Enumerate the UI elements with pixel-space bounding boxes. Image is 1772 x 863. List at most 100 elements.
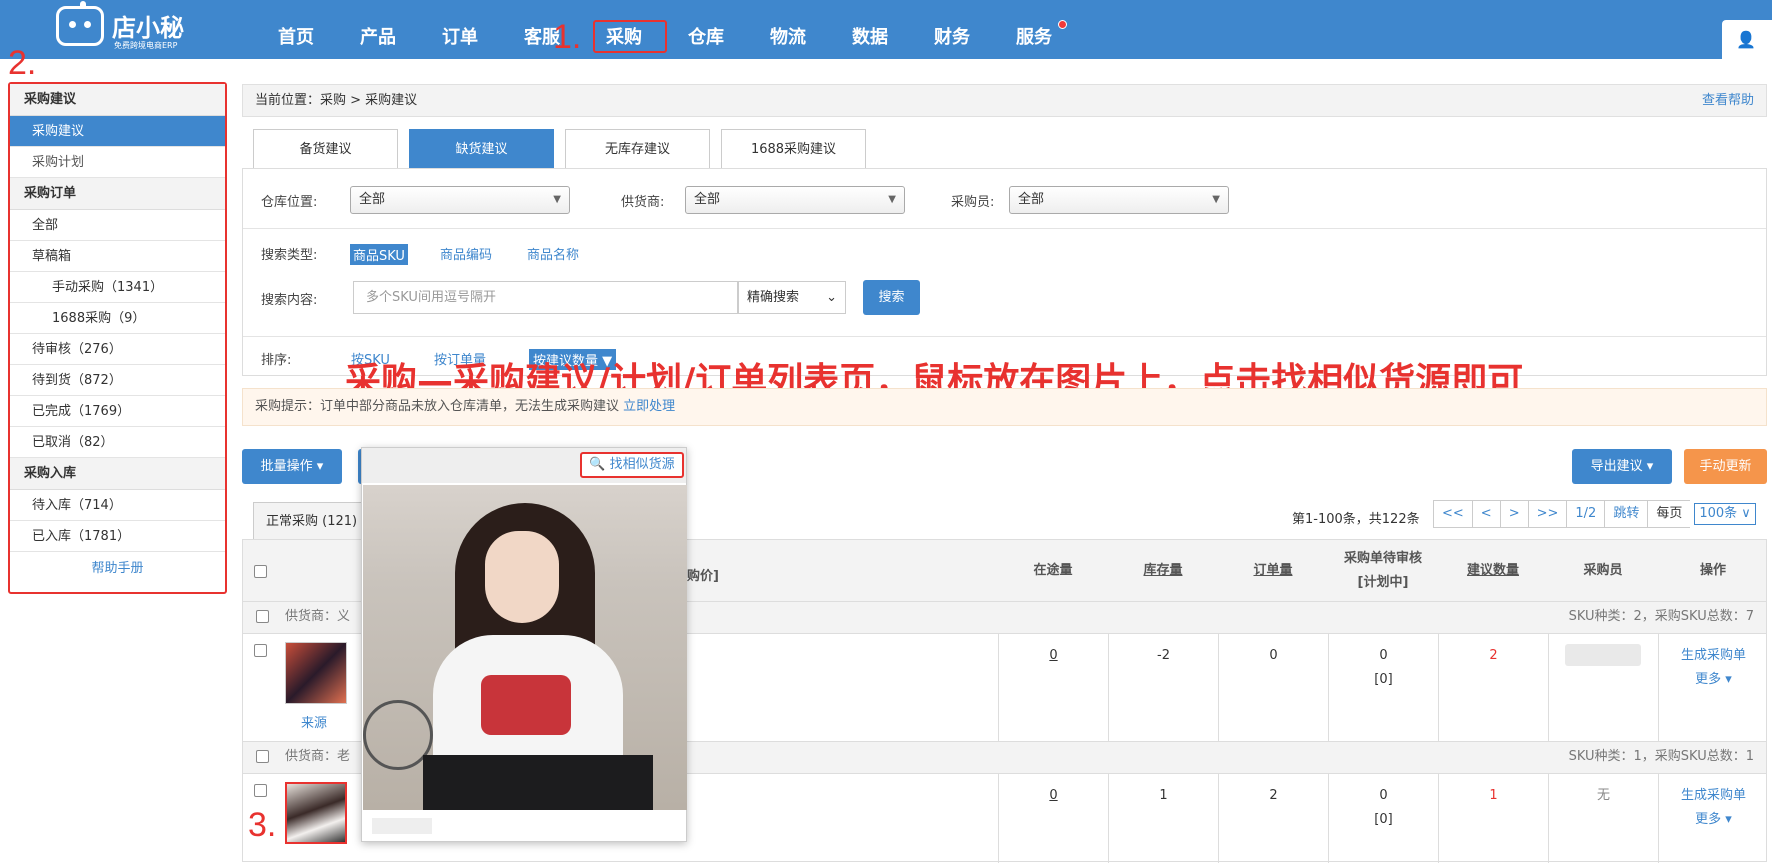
product-thumbnail-hovered[interactable]	[285, 782, 347, 844]
cell-pending: 0 [0]	[1328, 774, 1438, 863]
search-input[interactable]: 多个SKU间用逗号隔开	[353, 281, 738, 314]
logo[interactable]: 店小秘 免费跨境电商ERP	[56, 1, 196, 54]
pagination-summary: 第1-100条，共122条	[1292, 512, 1420, 527]
annotation-1: 1.	[553, 18, 582, 56]
tab-stock-suggest[interactable]: 备货建议	[253, 129, 398, 168]
per-page-label: 每页	[1647, 500, 1691, 528]
header-stock-label: 库存量	[1143, 563, 1183, 578]
notification-dot-icon	[1058, 20, 1067, 29]
annotation-2: 2.	[8, 44, 37, 82]
sidebar-item-all[interactable]: 全部	[10, 210, 225, 241]
cell-plan-value: [0]	[1374, 812, 1393, 827]
batch-operation-button[interactable]: 批量操作 ▾	[242, 449, 342, 484]
more-menu-link[interactable]: 更多 ▾	[1659, 808, 1768, 832]
sidebar-item-suggest[interactable]: 采购建议	[10, 116, 225, 147]
nav-products[interactable]: 产品	[337, 0, 419, 59]
find-similar-button[interactable]: 🔍 找相似货源	[580, 452, 684, 478]
export-suggest-button[interactable]: 导出建议 ▾	[1572, 449, 1672, 484]
product-photo	[363, 485, 687, 810]
header-price: 购价]	[687, 569, 719, 584]
page-first-button[interactable]: <<	[1433, 500, 1473, 528]
tip-handle-link[interactable]: 立即处理	[623, 399, 675, 414]
cell-suggest-value: 2	[1489, 648, 1498, 663]
popup-header: 🔍 找相似货源	[362, 448, 686, 483]
nav-orders[interactable]: 订单	[419, 0, 501, 59]
product-thumbnail[interactable]	[285, 642, 347, 704]
help-manual-link[interactable]: 帮助手册	[10, 552, 225, 586]
manual-update-button[interactable]: 手动更新	[1684, 449, 1767, 484]
header-buyer: 采购员	[1583, 563, 1623, 578]
nav-data[interactable]: 数据	[829, 0, 911, 59]
nav-warehouse[interactable]: 仓库	[665, 0, 747, 59]
generate-order-link[interactable]: 生成采购单	[1659, 784, 1768, 808]
header-orders[interactable]: 订单量	[1218, 540, 1328, 602]
source-link[interactable]: 来源	[301, 712, 327, 731]
supplier-summary: SKU种类：1，采购SKU总数：1	[1568, 749, 1754, 764]
sidebar-item-review[interactable]: 待审核（276）	[10, 334, 225, 365]
generate-order-link[interactable]: 生成采购单	[1659, 644, 1768, 668]
supplier-select[interactable]: 全部 ▼	[685, 186, 905, 214]
header-suggest[interactable]: 建议数量	[1438, 540, 1548, 602]
nav-services-label: 服务	[1016, 27, 1052, 48]
user-menu[interactable]: 👤	[1722, 20, 1772, 59]
top-navbar: 店小秘 免费跨境电商ERP 首页 产品 订单 客服 采购 仓库 物流 数据 财务…	[0, 0, 1772, 59]
nav-purchase[interactable]: 采购	[583, 0, 667, 59]
per-page-select[interactable]: 100条 ∨	[1694, 503, 1756, 525]
page-prev-button[interactable]: <	[1471, 500, 1501, 528]
popup-footer	[362, 810, 686, 843]
nav-logistics[interactable]: 物流	[747, 0, 829, 59]
search-type-code[interactable]: 商品编码	[440, 244, 492, 263]
buyer-select[interactable]: 全部 ▼	[1009, 186, 1229, 214]
page-indicator: 1/2	[1566, 500, 1606, 528]
search-mode-select[interactable]: 精确搜索 ⌄	[738, 281, 846, 314]
sidebar-item-1688[interactable]: 1688采购（9）	[10, 303, 225, 334]
cell-transit-value: 0	[1049, 648, 1058, 663]
sidebar: 采购建议 采购建议 采购计划 采购订单 全部 草稿箱 手动采购（1341） 16…	[8, 82, 227, 594]
chevron-down-icon: ▼	[1212, 194, 1220, 205]
cell-stock: 1	[1108, 774, 1218, 863]
buyer-value: 全部	[1018, 192, 1045, 207]
search-button[interactable]: 搜索	[863, 280, 920, 315]
annotation-box-1	[593, 20, 667, 53]
sidebar-item-wait-in[interactable]: 待入库（714）	[10, 490, 225, 521]
tab-1688-suggest[interactable]: 1688采购建议	[721, 129, 866, 168]
search-type-name[interactable]: 商品名称	[527, 244, 579, 263]
more-menu-link[interactable]: 更多 ▾	[1659, 668, 1768, 692]
select-all-checkbox[interactable]	[254, 565, 267, 578]
sidebar-item-draft[interactable]: 草稿箱	[10, 241, 225, 272]
sidebar-item-in[interactable]: 已入库（1781）	[10, 521, 225, 552]
cell-pending-value: 0	[1379, 788, 1388, 803]
supplier-name: 供货商：老	[285, 749, 351, 764]
row-checkbox[interactable]	[254, 784, 267, 797]
sidebar-item-done[interactable]: 已完成（1769）	[10, 396, 225, 427]
blurred-text	[372, 818, 432, 834]
nav-finance[interactable]: 财务	[911, 0, 993, 59]
sidebar-group-orders: 采购订单	[10, 178, 225, 210]
sidebar-item-plan[interactable]: 采购计划	[10, 147, 225, 178]
tab-shortage-suggest[interactable]: 缺货建议	[409, 129, 554, 168]
sidebar-item-arrive[interactable]: 待到货（872）	[10, 365, 225, 396]
page-next-button[interactable]: >	[1499, 500, 1529, 528]
cell-transit[interactable]: 0	[998, 774, 1108, 863]
tab-normal-purchase[interactable]: 正常采购 (121)	[253, 502, 363, 540]
supplier-checkbox[interactable]	[256, 750, 269, 763]
sidebar-item-cancel[interactable]: 已取消（82）	[10, 427, 225, 458]
cell-transit[interactable]: 0	[998, 634, 1108, 741]
supplier-checkbox[interactable]	[256, 610, 269, 623]
sidebar-item-manual[interactable]: 手动采购（1341）	[10, 272, 225, 303]
warehouse-select[interactable]: 全部 ▼	[350, 186, 570, 214]
header-stock[interactable]: 库存量	[1108, 540, 1218, 602]
page-last-button[interactable]: >>	[1527, 500, 1568, 528]
tab-no-stock-suggest[interactable]: 无库存建议	[565, 129, 710, 168]
view-help-link[interactable]: 查看帮助	[1702, 85, 1754, 116]
row-checkbox[interactable]	[254, 644, 267, 657]
page-jump-button[interactable]: 跳转	[1604, 500, 1649, 528]
chevron-down-icon: ▼	[888, 194, 896, 205]
chevron-down-icon: ▼	[553, 194, 561, 205]
warehouse-value: 全部	[359, 192, 386, 207]
search-type-sku[interactable]: 商品SKU	[350, 244, 408, 265]
search-icon: 🔍	[589, 457, 606, 472]
cell-ops: 生成采购单 更多 ▾	[1658, 774, 1768, 863]
nav-services[interactable]: 服务	[993, 0, 1075, 59]
nav-home[interactable]: 首页	[255, 0, 337, 59]
